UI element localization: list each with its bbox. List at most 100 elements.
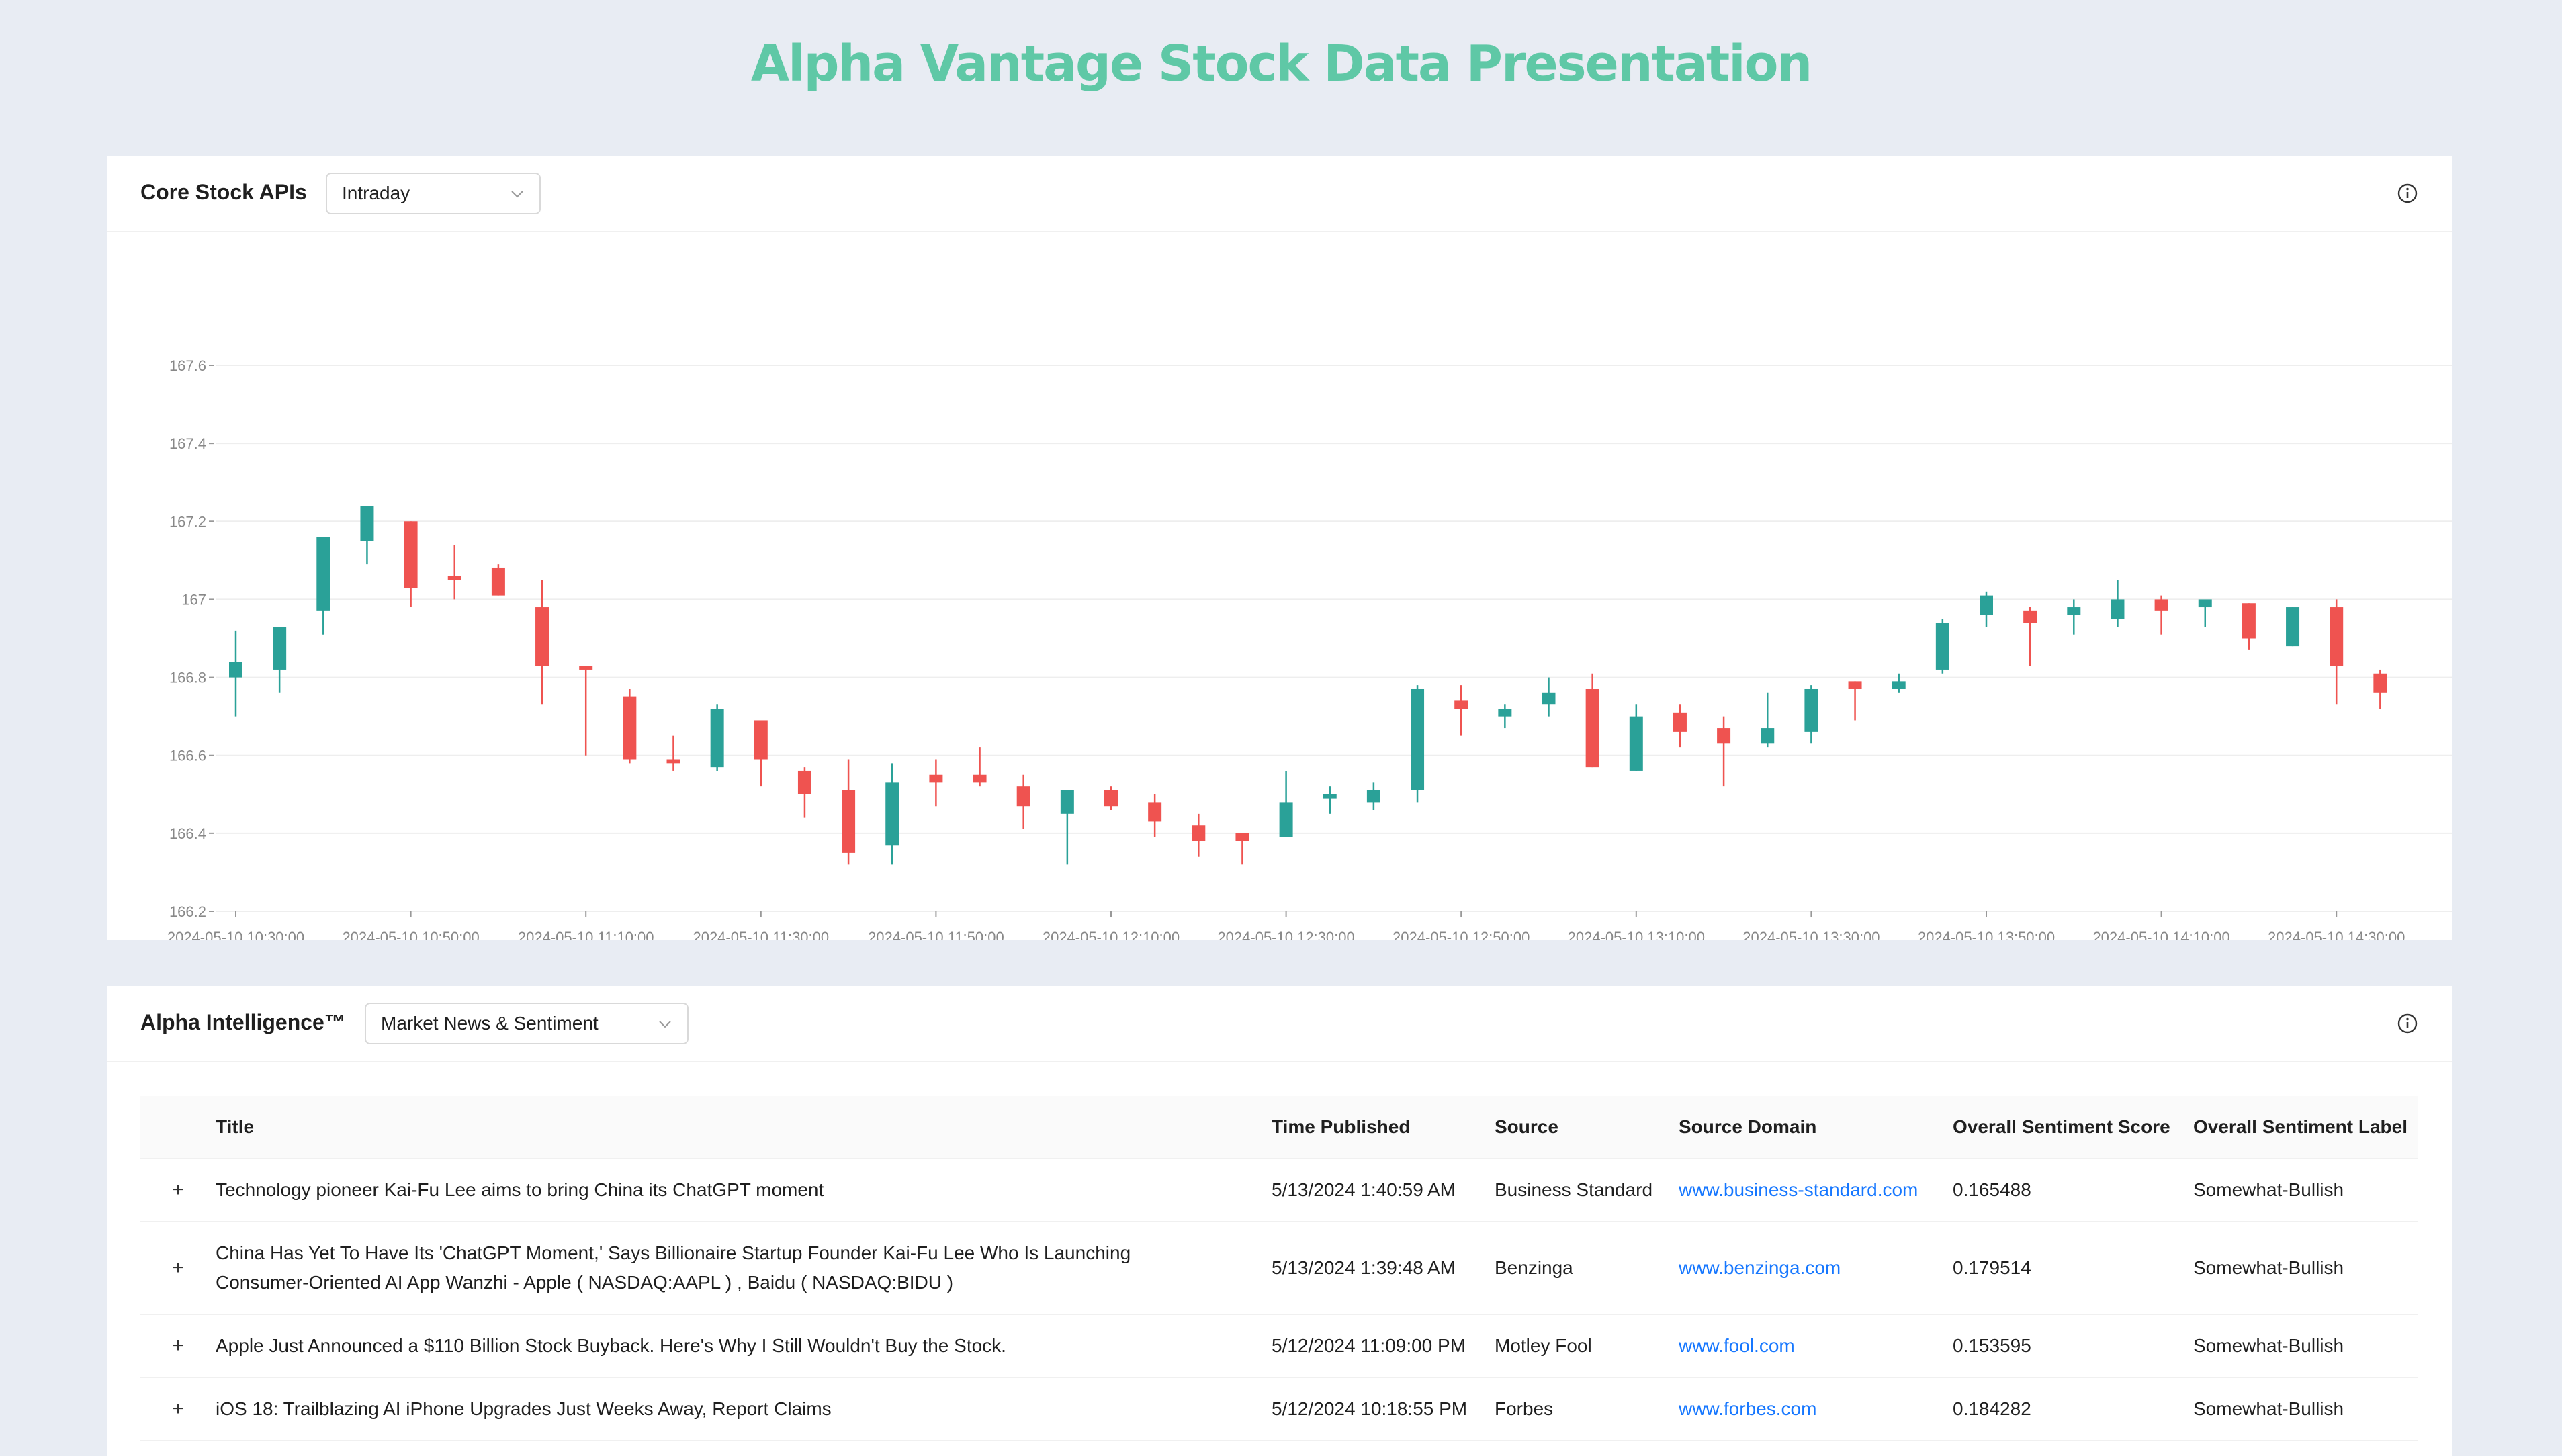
core-stock-select[interactable]: Intraday [326,173,541,214]
page-title: Alpha Vantage Stock Data Presentation [750,35,1812,93]
candle-body [2198,599,2212,608]
x-tick-label: 2024-05-10 13:50:00 [1918,929,2055,940]
candle-body [316,537,330,611]
label-cell: Somewhat-Bullish [2193,1377,2418,1441]
info-icon[interactable] [2397,1013,2418,1034]
x-tick-label: 2024-05-10 12:30:00 [1217,929,1354,940]
candle-body [1673,712,1687,732]
news-title-cell: Apple Just Announced a $110 Billion Stoc… [216,1314,1272,1378]
source-cell: Benzinga [1495,1222,1679,1315]
candle-body [273,627,287,670]
candle-body [360,506,374,541]
table-row: + iOS 18: Trailblazing AI iPhone Upgrade… [140,1377,2418,1441]
x-tick-label: 2024-05-10 11:30:00 [693,929,829,940]
time-cell: 5/13/2024 1:39:48 AM [1272,1222,1495,1315]
candle-body [447,576,461,580]
label-cell: Somewhat-Bullish [2193,1314,2418,1378]
candle-body [842,790,856,853]
chevron-down-icon [511,191,523,198]
candle-body [1717,728,1731,744]
y-tick-label: 167 [181,591,206,608]
source-domain-link[interactable]: www.forbes.com [1679,1377,1953,1441]
candle-body [2067,607,2081,615]
candle-body [1192,825,1206,841]
news-title-cell: Technology pioneer Kai-Fu Lee aims to br… [216,1158,1272,1222]
column-header-title[interactable]: Title [216,1096,1272,1159]
source-domain-link[interactable]: www.benzinga.com [1679,1222,1953,1315]
time-cell: 5/13/2024 1:40:59 AM [1272,1158,1495,1222]
alpha-intelligence-select-value: Market News & Sentiment [381,1013,599,1034]
info-icon[interactable] [2397,183,2418,204]
source-domain-link[interactable]: www.business-standard.com [1679,1158,1953,1222]
candle-body [1235,833,1249,841]
plus-icon[interactable]: + [140,1222,216,1315]
chevron-down-icon [659,1021,671,1028]
candle-body [1279,802,1293,837]
y-tick-label: 167.4 [169,435,206,452]
source-cell: Business Standard [1495,1158,1679,1222]
candle-body [2330,607,2344,666]
candle-body [2023,610,2037,623]
score-cell: 0.184282 [1953,1377,2193,1441]
candle-body [623,696,637,760]
core-stock-title: Core Stock APIs [140,180,307,204]
candle-body [1935,623,1949,670]
x-tick-label: 2024-05-10 10:50:00 [342,929,479,940]
x-tick-label: 2024-05-10 11:10:00 [518,929,654,940]
column-header-domain[interactable]: Source Domain [1679,1096,1953,1159]
x-tick-label: 2024-05-10 14:10:00 [2092,929,2229,940]
candle-body [2111,599,2125,619]
candle-body [754,720,768,760]
score-cell: 0.153595 [1953,1314,2193,1378]
y-tick-label: 166.6 [169,747,206,764]
column-header-score[interactable]: Overall Sentiment Score [1953,1096,2193,1159]
candle-body [666,759,680,764]
news-table: Title Time Published Source Source Domai… [140,1096,2418,1441]
candle-body [229,662,242,678]
source-domain-link[interactable]: www.fool.com [1679,1314,1953,1378]
candle-body [2242,603,2256,639]
candle-body [797,770,811,794]
candle-body [1892,681,1906,689]
column-header-label[interactable]: Overall Sentiment Label [2193,1096,2418,1159]
candle-body [1761,728,1775,744]
core-stock-card: Core Stock APIs Intraday 167.6 167.4 167.2… [107,156,2452,940]
plus-icon[interactable]: + [140,1314,216,1378]
label-cell: Somewhat-Bullish [2193,1158,2418,1222]
candle-body [885,782,899,846]
candle-body [1411,688,1425,790]
x-tick-label: 2024-05-10 14:30:00 [2268,929,2405,940]
candle-body [1848,681,1862,689]
candle-body [491,567,505,596]
candle-body [973,774,987,783]
table-row: + China Has Yet To Have Its 'ChatGPT Mom… [140,1222,2418,1315]
x-tick-label: 2024-05-10 13:10:00 [1568,929,1705,940]
candle-body [929,774,943,783]
candle-body [2154,599,2168,611]
alpha-intelligence-card-header: Alpha Intelligence™ Market News & Sentim… [107,986,2452,1062]
expand-column-header [140,1096,216,1159]
column-header-time[interactable]: Time Published [1272,1096,1495,1159]
candle-body [1980,595,1993,615]
column-header-source[interactable]: Source [1495,1096,1679,1159]
candle-body [1060,790,1074,814]
candle-body [1454,700,1468,709]
candle-body [1629,716,1643,771]
source-cell: Motley Fool [1495,1314,1679,1378]
x-tick-label: 2024-05-10 12:10:00 [1043,929,1180,940]
news-table-wrapper: Title Time Published Source Source Domai… [140,1096,2418,1441]
alpha-intelligence-select[interactable]: Market News & Sentiment [365,1003,689,1044]
x-tick-label: 2024-05-10 12:50:00 [1393,929,1530,940]
candle-body [1542,692,1556,705]
core-stock-select-value: Intraday [342,183,410,203]
x-tick-label: 2024-05-10 10:30:00 [167,929,304,940]
y-tick-label: 166.8 [169,670,206,686]
label-cell: Somewhat-Bullish [2193,1222,2418,1315]
plus-icon[interactable]: + [140,1158,216,1222]
candle-body [2373,673,2387,693]
candle-body [1366,790,1380,803]
candle-body [1585,688,1599,768]
plus-icon[interactable]: + [140,1377,216,1441]
candle-body [1323,794,1337,799]
candlestick-chart[interactable]: 167.6 167.4 167.2 167 166.8 166.6 166.4 166.2 20… [107,231,2452,940]
